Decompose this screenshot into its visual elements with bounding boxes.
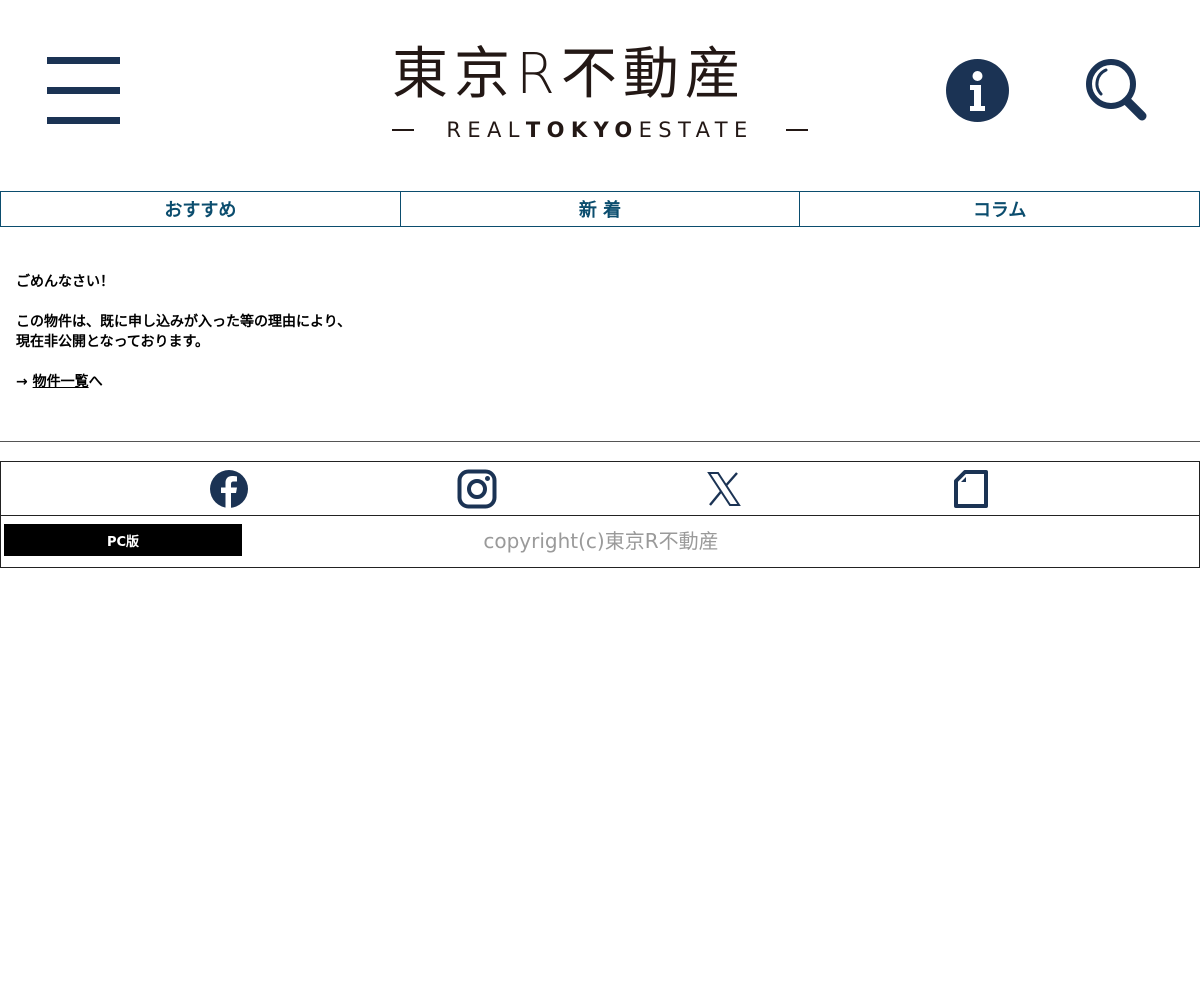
footer-bottom-row: PC版 copyright(c)東京R不動産	[1, 516, 1199, 567]
logo-en-real: REAL	[446, 118, 526, 142]
reason-line-2: 現在非公開となっております。	[16, 334, 210, 350]
instagram-icon[interactable]	[457, 469, 497, 509]
logo-english-row: REALTOKYOESTATE	[392, 118, 808, 142]
arrow-text: →	[16, 374, 33, 390]
pc-version-button[interactable]: PC版	[4, 524, 242, 556]
site-logo[interactable]: 東京R不動産 REALTOKYOESTATE	[392, 44, 808, 144]
logo-japanese-text: 東京R不動産	[392, 42, 747, 107]
site-header: 東京R不動産 REALTOKYOESTATE	[0, 0, 1200, 190]
social-links-row	[1, 462, 1199, 516]
x-twitter-icon[interactable]	[704, 469, 744, 509]
logo-left-dash	[392, 129, 414, 131]
unavailable-message: ごめんなさい！ この物件は、既に申し込みが入った等の理由により、 現在非公開とな…	[16, 272, 716, 392]
apology-text: ごめんなさい！	[16, 274, 114, 290]
logo-english-text: REALTOKYOESTATE	[414, 118, 786, 142]
copyright-text: copyright(c)東京R不動産	[483, 529, 719, 553]
reason-line-1: この物件は、既に申し込みが入った等の理由により、	[16, 314, 352, 330]
property-list-line: → 物件一覧へ	[16, 372, 716, 392]
property-list-link[interactable]: 物件一覧	[33, 374, 89, 390]
link-suffix-text: へ	[88, 374, 103, 390]
search-icon[interactable]	[1085, 58, 1147, 122]
tab-navigation: おすすめ 新 着 コラム	[0, 191, 1200, 227]
note-icon[interactable]	[951, 469, 991, 509]
logo-right-dash	[786, 129, 808, 131]
logo-en-tokyo: TOKYO	[525, 118, 639, 142]
facebook-icon[interactable]	[209, 469, 249, 509]
content-divider	[0, 441, 1200, 442]
hamburger-menu-icon[interactable]	[47, 57, 120, 125]
tab-recommended[interactable]: おすすめ	[0, 191, 401, 227]
info-icon[interactable]	[946, 59, 1009, 122]
logo-en-estate: ESTATE	[638, 118, 754, 142]
site-footer: PC版 copyright(c)東京R不動産	[0, 461, 1200, 568]
tab-new[interactable]: 新 着	[400, 191, 801, 227]
tab-column[interactable]: コラム	[800, 191, 1200, 227]
